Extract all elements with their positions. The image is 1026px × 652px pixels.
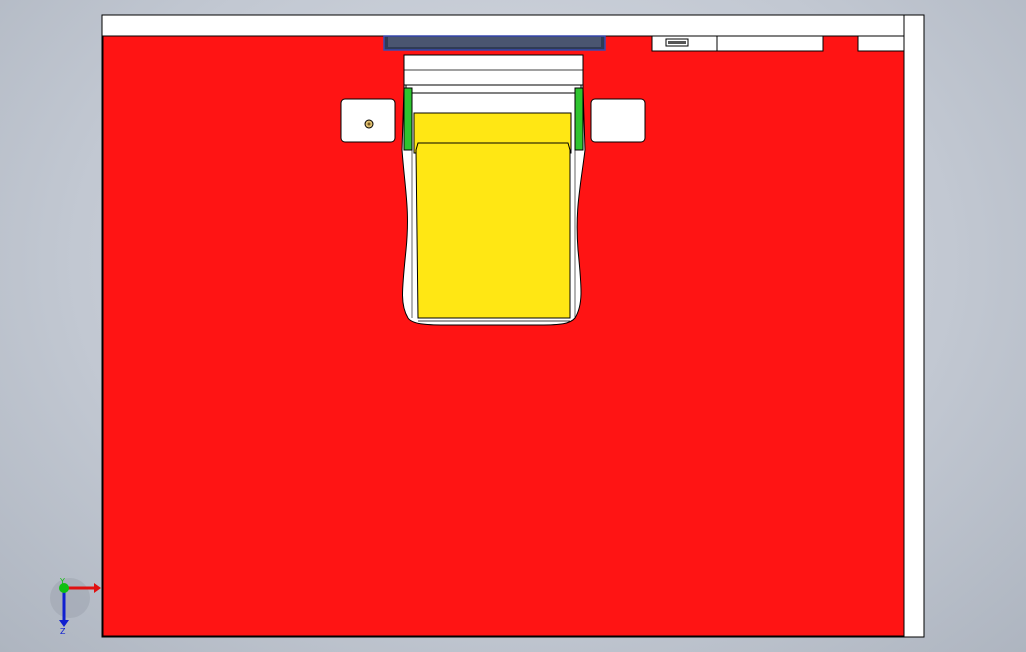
model-view[interactable]: Y Z [0,0,1026,652]
seat-header-lower [405,84,582,94]
monitor-highlight [388,37,601,47]
triad-y-label: Y [59,577,65,586]
triad-shadow [50,578,90,618]
frame-right-strip [903,14,925,638]
fixture-right [857,35,905,52]
right-guide [574,87,584,151]
left-pad[interactable] [340,98,396,143]
triad-z-label: Z [60,627,66,636]
top-monitor[interactable] [383,35,606,51]
triad-x-arrow [94,583,101,593]
seat-assembly[interactable] [401,54,586,326]
coordinate-triad: Y Z [50,577,101,636]
fixture-handle-inner [668,41,686,44]
top-right-fixtures[interactable] [651,35,905,52]
fixture-mid [716,35,824,52]
seat-cushion [415,142,571,319]
left-guide [403,87,413,151]
triad-z-arrow [59,620,69,627]
right-pad[interactable] [590,98,646,143]
right-pad-body [590,98,646,143]
left-pad-screw-center [367,122,371,126]
graphics-viewport[interactable]: Y Z [0,0,1026,652]
